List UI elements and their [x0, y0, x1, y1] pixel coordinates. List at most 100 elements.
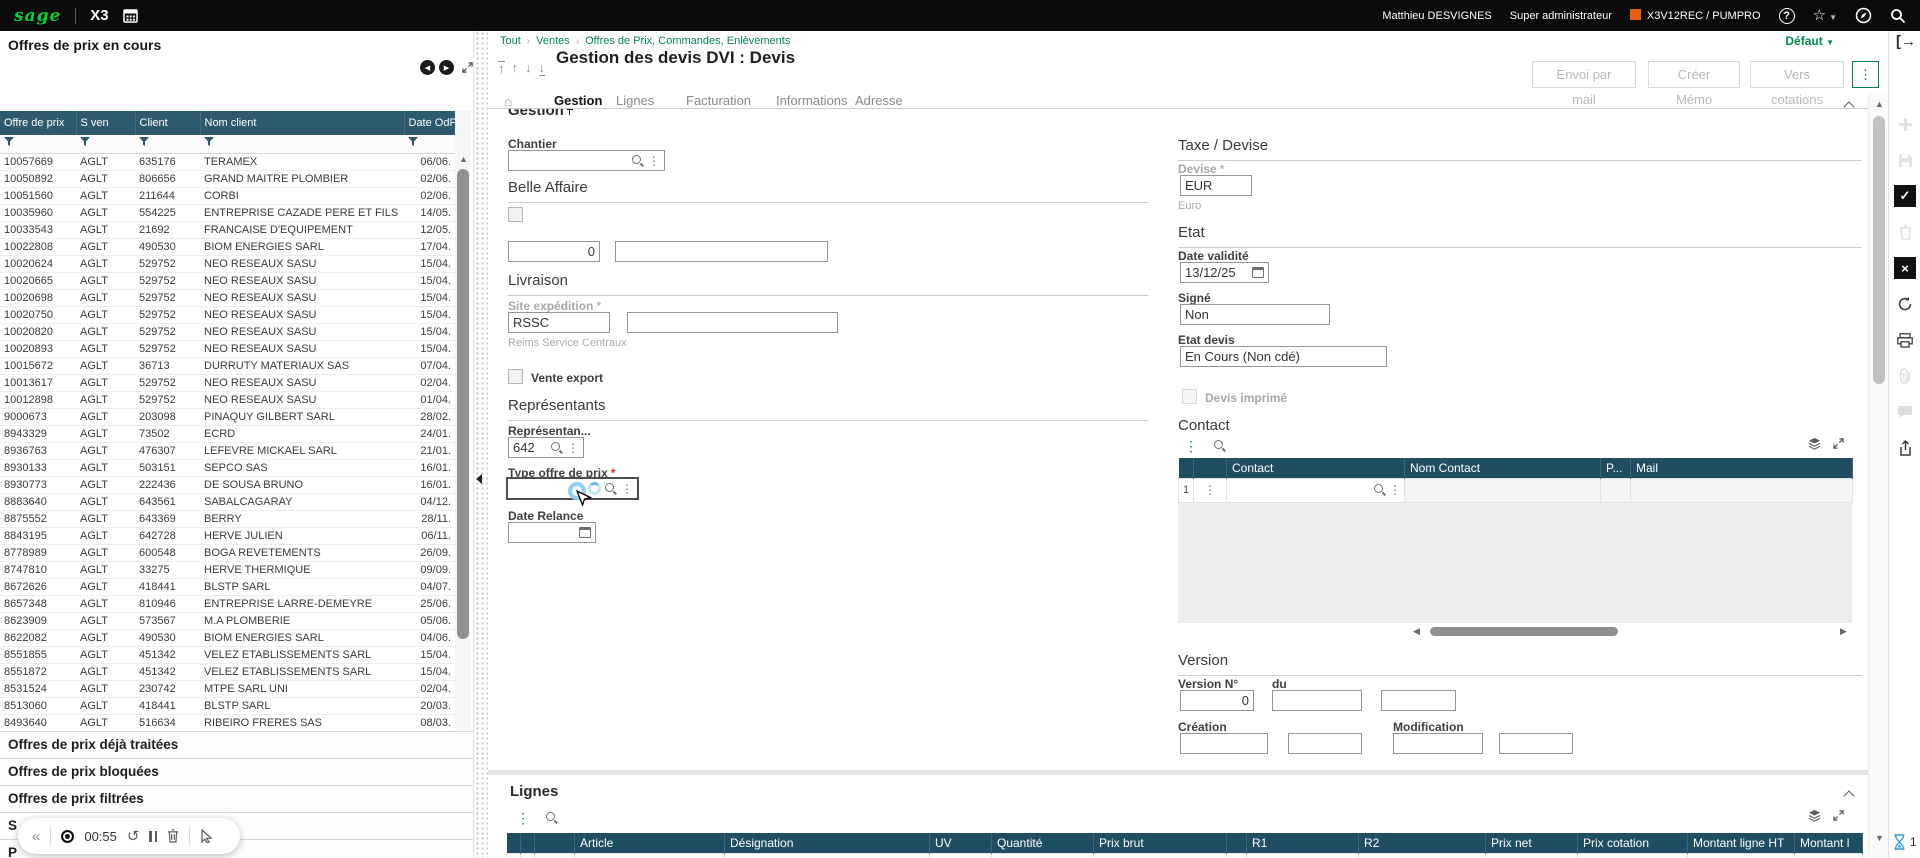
offre-row[interactable]: 8747810 AGLT 33275 HERVE THERMIQUE 09/09. — [0, 561, 455, 579]
offre-row[interactable]: 8493640 AGLT 516634 RIBEIRO FRERES SAS 08/03… — [0, 714, 455, 732]
date-validite-input[interactable]: 13/12/25 — [1180, 262, 1269, 283]
table-cell[interactable]: 554225 — [135, 204, 200, 222]
table-cell[interactable]: 418441 — [135, 697, 200, 715]
table-cell[interactable]: 12/05. — [404, 221, 455, 239]
offre-row[interactable]: 8875552 AGLT 643369 BERRY 28/11. — [0, 510, 455, 528]
table-cell[interactable]: 8513060 — [0, 697, 76, 715]
table-cell[interactable]: 08/03. — [404, 714, 455, 732]
row-menu-icon[interactable]: ⋮ — [1204, 483, 1216, 497]
table-cell[interactable]: AGLT — [76, 595, 135, 613]
table-cell[interactable]: 09/09. — [404, 561, 455, 579]
table-cell[interactable]: SABALCAGARAY — [200, 493, 404, 511]
environment-badge[interactable]: X3V12REC / PUMPRO — [1629, 9, 1761, 22]
grid-menu-icon[interactable]: ⋮ — [1184, 439, 1198, 453]
scroll-left-icon[interactable]: ◀ — [1413, 627, 1420, 636]
creation-date-input[interactable] — [1180, 733, 1268, 754]
column-header[interactable]: Nom Contact — [1404, 458, 1601, 478]
table-cell[interactable]: ECRD — [200, 425, 404, 443]
devis-imprime-checkbox[interactable] — [1182, 389, 1197, 404]
filter-icon[interactable] — [404, 135, 455, 154]
confirm-icon[interactable]: ✓ — [1894, 185, 1916, 207]
belle-affaire-checkbox[interactable] — [508, 207, 523, 222]
table-cell[interactable]: 230742 — [135, 680, 200, 698]
table-cell[interactable]: AGLT — [76, 714, 135, 732]
grid-menu-icon[interactable]: ⋮ — [516, 811, 530, 825]
offre-row[interactable]: 8623909 AGLT 573567 M.A PLOMBERIE 05/06. — [0, 612, 455, 630]
left-grid-vscrollbar[interactable]: ▲ ▼ — [455, 111, 471, 748]
table-cell[interactable]: 10057669 — [0, 153, 76, 171]
column-header[interactable]: R2 — [1358, 833, 1486, 853]
table-cell[interactable]: AGLT — [76, 170, 135, 188]
table-cell[interactable]: 529752 — [135, 272, 200, 290]
table-cell[interactable]: 8551872 — [0, 663, 76, 681]
more-actions-button[interactable]: ⋮ — [1852, 61, 1879, 88]
table-cell[interactable]: 10020893 — [0, 340, 76, 358]
representant-input[interactable]: 642 ⋮ — [508, 437, 584, 458]
table-cell[interactable]: 24/01. — [404, 425, 455, 443]
lookup-icon[interactable] — [632, 154, 644, 167]
offre-row[interactable]: 8936763 AGLT 476307 LEFEVRE MICKAEL SARL 21/… — [0, 442, 455, 460]
table-cell[interactable]: AGLT — [76, 374, 135, 392]
layers-icon[interactable] — [1808, 437, 1821, 450]
offre-row[interactable]: 10035960 AGLT 554225 ENTREPRISE CAZADE PERE… — [0, 204, 455, 222]
tab-informations[interactable]: Informations — [776, 93, 848, 108]
favorites-icon[interactable]: ☆ ▼ — [1813, 8, 1837, 23]
tab-gestion[interactable]: Gestion — [554, 93, 602, 108]
amount-detail-input[interactable] — [615, 241, 828, 262]
creer-memo-button[interactable]: Créer Mémo — [1648, 61, 1740, 107]
lookup-icon[interactable] — [1374, 484, 1386, 496]
comment-icon[interactable] — [1894, 401, 1916, 423]
table-cell[interactable]: BOGA REVETEMENTS — [200, 544, 404, 562]
table-cell[interactable]: AGLT — [76, 493, 135, 511]
table-cell[interactable]: 8551855 — [0, 646, 76, 664]
table-cell[interactable]: BERRY — [200, 510, 404, 528]
table-cell[interactable]: AGLT — [76, 544, 135, 562]
next-record-icon[interactable]: ↓ — [525, 61, 532, 76]
table-cell[interactable]: 10020698 — [0, 289, 76, 307]
section-offres-bloquees[interactable]: Offres de prix bloquées — [0, 758, 473, 785]
table-cell[interactable]: ENTREPRISE LARRE-DEMEYRE — [200, 595, 404, 613]
table-cell[interactable]: 418441 — [135, 578, 200, 596]
table-cell[interactable]: 16/01. — [404, 476, 455, 494]
print-icon[interactable] — [1894, 329, 1916, 351]
table-cell[interactable]: 21/01. — [404, 442, 455, 460]
table-cell[interactable]: AGLT — [76, 221, 135, 239]
table-cell[interactable]: 222436 — [135, 476, 200, 494]
filter-icon[interactable] — [0, 135, 76, 154]
table-cell[interactable]: 10012898 — [0, 391, 76, 409]
filter-icon[interactable] — [76, 135, 135, 154]
table-cell[interactable]: 73502 — [135, 425, 200, 443]
table-cell[interactable]: 529752 — [135, 391, 200, 409]
table-cell[interactable]: 8623909 — [0, 612, 76, 630]
column-header[interactable] — [534, 833, 575, 853]
table-cell[interactable]: 05/06. — [404, 612, 455, 630]
column-header[interactable]: Prix cotation — [1577, 833, 1688, 853]
vers-cotations-button[interactable]: Vers cotations — [1750, 61, 1844, 107]
table-cell[interactable]: AGLT — [76, 612, 135, 630]
creation-time-input[interactable] — [1288, 733, 1362, 754]
column-header[interactable]: Prix brut — [1093, 833, 1227, 853]
version-time-input[interactable] — [1381, 690, 1456, 711]
table-cell[interactable]: 529752 — [135, 255, 200, 273]
offre-row[interactable]: 8513060 AGLT 418441 BLSTP SARL 20/03. — [0, 697, 455, 715]
table-cell[interactable]: 8875552 — [0, 510, 76, 528]
expand-grid-icon[interactable] — [1833, 810, 1844, 821]
lookup-icon[interactable] — [605, 482, 617, 495]
table-cell[interactable]: 10020665 — [0, 272, 76, 290]
table-cell[interactable]: BIOM ENERGIES SARL — [200, 238, 404, 256]
offre-row[interactable]: 10022808 AGLT 490530 BIOM ENERGIES SARL 17/0… — [0, 238, 455, 256]
cursor-capture-icon[interactable] — [200, 829, 214, 843]
next-page-button[interactable]: ▶ — [439, 60, 454, 75]
column-header[interactable]: Prix net — [1485, 833, 1578, 853]
table-cell[interactable]: 490530 — [135, 629, 200, 647]
view-selector[interactable]: Défaut ▼ — [1785, 34, 1834, 48]
field-menu-icon[interactable]: ⋮ — [621, 483, 633, 495]
table-cell[interactable]: AGLT — [76, 476, 135, 494]
version-n-input[interactable]: 0 — [1180, 690, 1254, 711]
collapse-panel-icon[interactable] — [476, 474, 482, 484]
column-header[interactable]: Client — [135, 111, 201, 135]
table-cell[interactable]: 01/04. — [404, 391, 455, 409]
column-header[interactable]: Contact — [1226, 458, 1405, 478]
column-header[interactable] — [1178, 458, 1194, 478]
signe-input[interactable]: Non — [1180, 304, 1330, 325]
